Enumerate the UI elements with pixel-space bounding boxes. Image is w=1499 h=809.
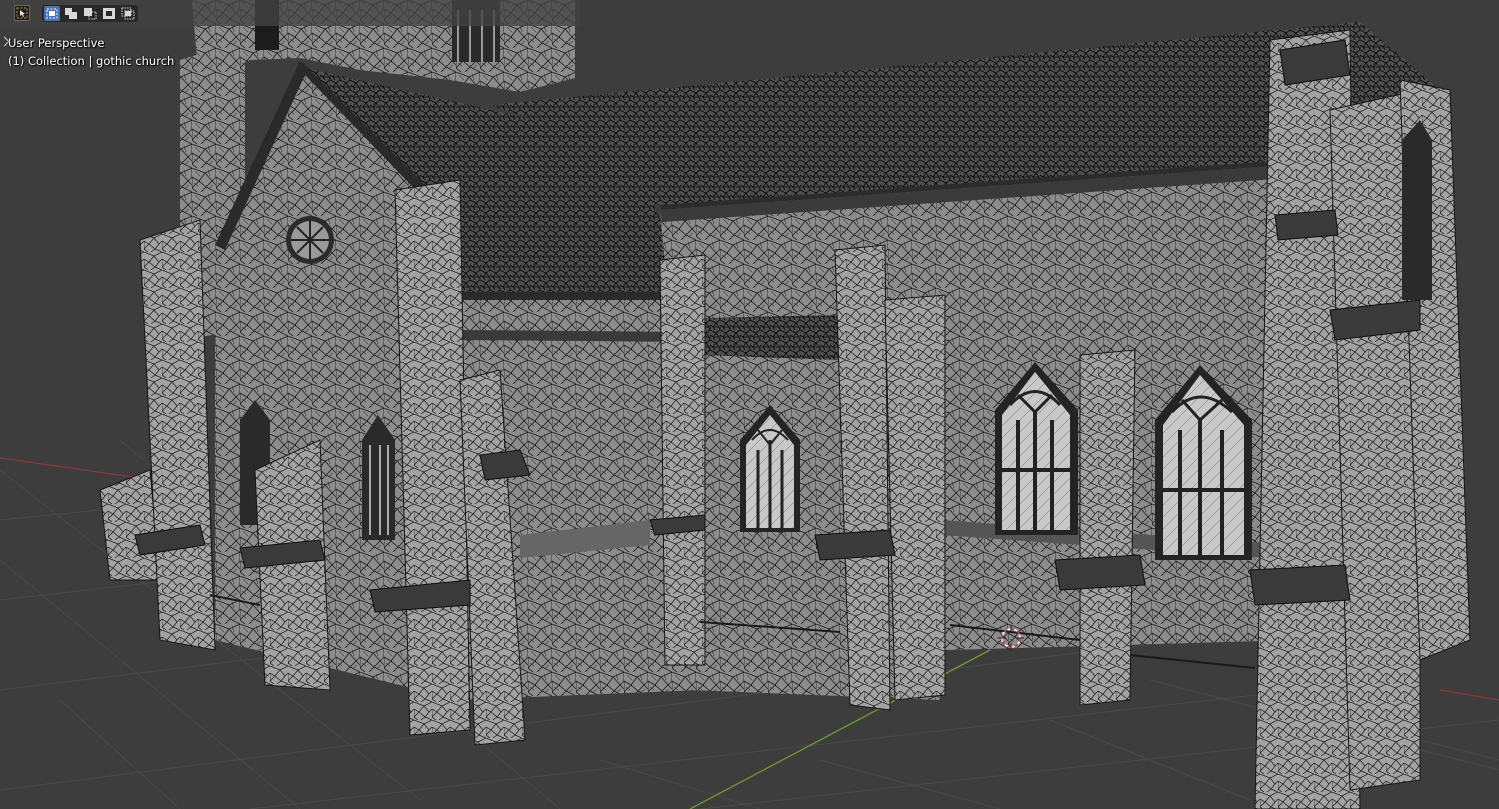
view-name-label: User Perspective xyxy=(8,36,105,50)
collection-label: (1) Collection | gothic church xyxy=(8,54,175,68)
select-subtract-icon[interactable] xyxy=(82,6,98,21)
viewport-info-overlay: User Perspective (1) Collection | gothic… xyxy=(8,34,174,70)
x-axis-line xyxy=(0,457,141,479)
select-cursor-icon[interactable] xyxy=(14,5,30,21)
select-new-icon[interactable] xyxy=(44,6,60,21)
select-intersect-icon[interactable] xyxy=(120,6,136,21)
3d-viewport[interactable]: User Perspective (1) Collection | gothic… xyxy=(0,0,1499,809)
selection-mode-group xyxy=(42,5,138,22)
viewport-header xyxy=(0,0,580,26)
select-extend-icon[interactable] xyxy=(63,6,79,21)
x-axis-line-right xyxy=(1439,689,1499,701)
select-invert-icon[interactable] xyxy=(101,6,117,21)
church-model-wireframe[interactable] xyxy=(0,0,1499,809)
